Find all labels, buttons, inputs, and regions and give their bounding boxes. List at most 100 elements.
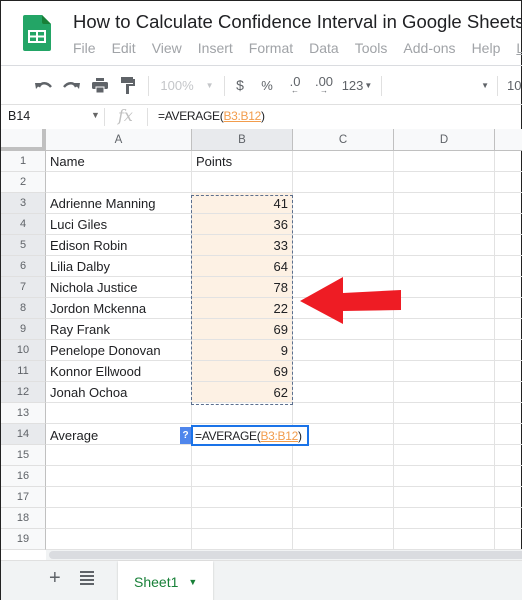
- cell-editor-b14[interactable]: =AVERAGE(B3:B12): [191, 425, 309, 446]
- cell-b1[interactable]: Points: [192, 151, 293, 172]
- cell-b6[interactable]: 64: [192, 256, 293, 277]
- cell-b16[interactable]: [192, 466, 293, 487]
- row-header-4[interactable]: 4: [1, 214, 46, 235]
- row-header-13[interactable]: 13: [1, 403, 46, 424]
- sheet-tab-sheet1[interactable]: Sheet1 ▼: [118, 561, 213, 600]
- cell-d15[interactable]: [394, 445, 495, 466]
- cell-c13[interactable]: [293, 403, 394, 424]
- cell-d10[interactable]: [394, 340, 495, 361]
- row-header-18[interactable]: 18: [1, 508, 46, 529]
- column-header-c[interactable]: C: [293, 129, 394, 151]
- cell-c11[interactable]: [293, 361, 394, 382]
- row-header-3[interactable]: 3: [1, 193, 46, 214]
- select-all-corner[interactable]: [1, 129, 46, 151]
- cell-b3[interactable]: 41: [192, 193, 293, 214]
- cell-e10[interactable]: [495, 340, 522, 361]
- cell-d14[interactable]: [394, 424, 495, 445]
- cell-b7[interactable]: 78: [192, 277, 293, 298]
- cell-d9[interactable]: [394, 319, 495, 340]
- cell-d5[interactable]: [394, 235, 495, 256]
- cell-c2[interactable]: [293, 172, 394, 193]
- cell-a16[interactable]: [46, 466, 192, 487]
- add-sheet-button[interactable]: +: [49, 567, 61, 590]
- name-box-caret-icon[interactable]: ▼: [91, 110, 100, 120]
- cell-c3[interactable]: [293, 193, 394, 214]
- cell-a1[interactable]: Name: [46, 151, 192, 172]
- cell-c15[interactable]: [293, 445, 394, 466]
- cell-d13[interactable]: [394, 403, 495, 424]
- cell-b8[interactable]: 22: [192, 298, 293, 319]
- row-header-10[interactable]: 10: [1, 340, 46, 361]
- increase-decimal-button[interactable]: .00 →: [312, 75, 336, 95]
- cell-a7[interactable]: Nichola Justice: [46, 277, 192, 298]
- cell-b5[interactable]: 33: [192, 235, 293, 256]
- percent-format-button[interactable]: %: [259, 75, 275, 95]
- cell-c10[interactable]: [293, 340, 394, 361]
- cell-e5[interactable]: [495, 235, 522, 256]
- sheet-tab-caret-icon[interactable]: ▼: [188, 577, 197, 587]
- currency-format-button[interactable]: $: [232, 75, 248, 95]
- cell-d12[interactable]: [394, 382, 495, 403]
- cell-d8[interactable]: [394, 298, 495, 319]
- cell-d17[interactable]: [394, 487, 495, 508]
- cell-a14[interactable]: Average: [46, 424, 192, 445]
- cell-e14[interactable]: [495, 424, 522, 445]
- menu-last-edit-link[interactable]: L: [516, 40, 522, 56]
- cell-e11[interactable]: [495, 361, 522, 382]
- menu-data[interactable]: Data: [309, 40, 339, 56]
- formula-help-badge[interactable]: ?: [180, 427, 191, 444]
- cell-d19[interactable]: [394, 529, 495, 550]
- cell-d11[interactable]: [394, 361, 495, 382]
- cell-d2[interactable]: [394, 172, 495, 193]
- cell-a19[interactable]: [46, 529, 192, 550]
- print-button[interactable]: [90, 75, 110, 95]
- cell-e18[interactable]: [495, 508, 522, 529]
- name-box[interactable]: B14: [8, 109, 30, 123]
- column-header-a[interactable]: A: [46, 129, 192, 151]
- row-header-9[interactable]: 9: [1, 319, 46, 340]
- menu-help[interactable]: Help: [472, 40, 501, 56]
- menu-insert[interactable]: Insert: [198, 40, 233, 56]
- document-title[interactable]: How to Calculate Confidence Interval in …: [73, 11, 522, 33]
- more-formats-button[interactable]: 123 ▼: [340, 75, 374, 95]
- all-sheets-menu-icon[interactable]: [80, 571, 94, 585]
- cell-b17[interactable]: [192, 487, 293, 508]
- cell-e19[interactable]: [495, 529, 522, 550]
- cell-c19[interactable]: [293, 529, 394, 550]
- cell-b15[interactable]: [192, 445, 293, 466]
- cell-a4[interactable]: Luci Giles: [46, 214, 192, 235]
- horizontal-scrollbar[interactable]: [46, 550, 522, 560]
- column-header-d[interactable]: D: [394, 129, 495, 151]
- cell-e17[interactable]: [495, 487, 522, 508]
- cell-c1[interactable]: [293, 151, 394, 172]
- cell-e9[interactable]: [495, 319, 522, 340]
- cell-e8[interactable]: [495, 298, 522, 319]
- cell-e4[interactable]: [495, 214, 522, 235]
- scrollbar-thumb[interactable]: [49, 551, 522, 559]
- menu-format[interactable]: Format: [249, 40, 293, 56]
- redo-button[interactable]: [61, 75, 81, 95]
- cell-a2[interactable]: [46, 172, 192, 193]
- cell-a3[interactable]: Adrienne Manning: [46, 193, 192, 214]
- cell-a13[interactable]: [46, 403, 192, 424]
- row-header-19[interactable]: 19: [1, 529, 46, 550]
- cell-d1[interactable]: [394, 151, 495, 172]
- cell-d7[interactable]: [394, 277, 495, 298]
- cell-a18[interactable]: [46, 508, 192, 529]
- cell-e7[interactable]: [495, 277, 522, 298]
- row-header-11[interactable]: 11: [1, 361, 46, 382]
- cell-b19[interactable]: [192, 529, 293, 550]
- cell-a10[interactable]: Penelope Donovan: [46, 340, 192, 361]
- cell-a11[interactable]: Konnor Ellwood: [46, 361, 192, 382]
- cell-b12[interactable]: 62: [192, 382, 293, 403]
- row-header-12[interactable]: 12: [1, 382, 46, 403]
- cell-d3[interactable]: [394, 193, 495, 214]
- cell-a8[interactable]: Jordon Mckenna: [46, 298, 192, 319]
- row-header-6[interactable]: 6: [1, 256, 46, 277]
- paint-format-button[interactable]: [118, 75, 138, 95]
- cell-d4[interactable]: [394, 214, 495, 235]
- cell-a9[interactable]: Ray Frank: [46, 319, 192, 340]
- cell-b18[interactable]: [192, 508, 293, 529]
- undo-button[interactable]: [34, 75, 54, 95]
- cell-c12[interactable]: [293, 382, 394, 403]
